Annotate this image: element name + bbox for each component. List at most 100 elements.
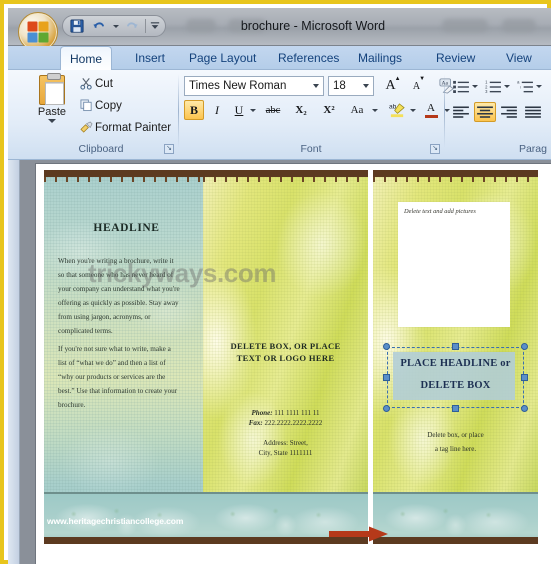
document-canvas[interactable]: HEADLINE When you're writing a brochure,…: [8, 160, 551, 564]
copy-button[interactable]: Copy: [78, 96, 122, 115]
superscript-button[interactable]: X²: [316, 100, 342, 120]
font-size-combo[interactable]: 18: [328, 76, 374, 96]
font-name-combo[interactable]: Times New Roman: [184, 76, 324, 96]
underline-button[interactable]: U: [229, 100, 249, 120]
tab-review[interactable]: Review: [427, 46, 484, 70]
grow-font-button[interactable]: A ▲: [380, 76, 406, 96]
multilevel-dropdown-icon[interactable]: [534, 76, 543, 96]
change-case-button[interactable]: Aa: [344, 100, 370, 120]
tab-mailings[interactable]: Mailings: [349, 46, 411, 70]
copy-label: Copy: [95, 99, 122, 112]
format-painter-button[interactable]: Format Painter: [78, 118, 171, 137]
middle-panel-contact[interactable]: Phone: 111 1111 111 11 Fax: 222.2222.222…: [209, 408, 362, 428]
clipboard-dialog-launcher[interactable]: ↘: [164, 144, 174, 154]
tab-insert[interactable]: Insert: [126, 46, 174, 70]
office-logo-icon: [27, 21, 49, 43]
fax-label: Fax:: [248, 419, 263, 427]
ribbon-tab-strip: Home Insert Page Layout References Maili…: [8, 46, 551, 71]
bold-button[interactable]: B: [184, 100, 204, 120]
change-case-dropdown-icon[interactable]: [370, 100, 380, 120]
redo-icon[interactable]: [122, 17, 142, 35]
strikethrough-label: abc: [265, 104, 281, 116]
justify-button[interactable]: [522, 102, 544, 122]
brochure-panel-middle[interactable]: DELETE BOX, OR PLACE TEXT OR LOGO HERE P…: [203, 170, 368, 544]
font-name-caret-icon[interactable]: [313, 84, 319, 88]
undo-icon[interactable]: [89, 17, 109, 35]
numbering-button[interactable]: 1 2 3: [482, 76, 504, 96]
justify-icon: [525, 105, 541, 118]
tab-home[interactable]: Home: [60, 46, 113, 71]
underline-label: U: [234, 102, 244, 117]
resize-handle-bottom-right[interactable]: [521, 405, 528, 412]
customize-qat-icon[interactable]: [149, 17, 161, 35]
highlight-icon: ab: [389, 102, 405, 117]
align-center-icon: [477, 105, 493, 118]
bullets-button[interactable]: [450, 76, 472, 96]
tab-page-layout[interactable]: Page Layout: [180, 46, 265, 70]
paste-button[interactable]: Paste: [30, 73, 74, 137]
align-left-icon: [453, 105, 469, 118]
multilevel-list-button[interactable]: a i: [514, 76, 536, 96]
font-color-letter: A: [427, 101, 435, 114]
resize-handle-top-center[interactable]: [451, 343, 459, 350]
font-group-label: Font: [300, 143, 322, 155]
middle-panel-address[interactable]: Address: Street, City, State 1111111: [209, 438, 362, 458]
tagline-line-2: a tag line here.: [434, 445, 477, 453]
tab-view[interactable]: View: [497, 46, 541, 70]
font-size-caret-icon[interactable]: [363, 84, 369, 88]
align-center-button[interactable]: [474, 102, 496, 122]
paste-dropdown-icon[interactable]: [48, 119, 56, 123]
multilevel-list-icon: a i: [517, 80, 533, 92]
font-name-value: Times New Roman: [189, 80, 287, 92]
cut-button[interactable]: Cut: [78, 74, 113, 93]
undo-dropdown-icon[interactable]: [111, 17, 120, 35]
selected-headline-textbox[interactable]: PLACE HEADLINE or DELETE BOX: [383, 343, 528, 412]
align-left-button[interactable]: [450, 102, 472, 122]
selection-outline: [387, 347, 524, 408]
italic-button[interactable]: I: [207, 100, 227, 120]
panel-left-top-border: [44, 170, 209, 182]
bullets-icon: [452, 80, 469, 93]
superscript-label: X²: [323, 104, 335, 116]
numbering-dropdown-icon[interactable]: [502, 76, 511, 96]
address-line-1: Address: Street,: [263, 439, 308, 447]
fax-value: 222.2222.2222.2222: [264, 419, 323, 427]
middle-panel-title[interactable]: DELETE BOX, OR PLACE TEXT OR LOGO HERE: [209, 340, 362, 364]
shrink-font-button[interactable]: A ▼: [406, 76, 432, 96]
svg-text:i: i: [519, 85, 520, 89]
paste-button-label: Paste: [37, 106, 67, 118]
right-panel-tagline[interactable]: Delete box, or place a tag line here.: [379, 428, 532, 456]
subscript-label: X₂: [295, 104, 307, 116]
svg-text:3: 3: [485, 89, 488, 93]
align-right-button[interactable]: [498, 102, 520, 122]
subscript-button[interactable]: X₂: [288, 100, 314, 120]
group-separator-2: [444, 74, 445, 148]
strikethrough-button[interactable]: abc: [260, 100, 286, 120]
grow-font-arrow-icon: ▲: [394, 76, 401, 82]
vertical-ruler[interactable]: [8, 160, 20, 564]
brochure-panel-left[interactable]: HEADLINE When you're writing a brochure,…: [44, 170, 209, 544]
yellow-page-frame: brochure - Microsoft Word Home Insert Pa…: [0, 0, 551, 564]
resize-handle-bottom-left[interactable]: [383, 405, 390, 412]
tab-references[interactable]: References: [269, 46, 348, 70]
underline-dropdown-icon[interactable]: [248, 100, 258, 120]
resize-handle-bottom-center[interactable]: [451, 405, 459, 412]
resize-handle-top-left[interactable]: [383, 343, 390, 350]
save-icon[interactable]: [67, 17, 87, 35]
highlight-dropdown-icon[interactable]: [408, 100, 418, 120]
text-highlight-button[interactable]: ab: [384, 100, 410, 120]
brochure-panel-right[interactable]: Delete text and add pictures PLACE HEADL…: [373, 170, 538, 544]
numbering-icon: 1 2 3: [485, 80, 501, 93]
resize-handle-middle-left[interactable]: [383, 373, 390, 381]
bullets-dropdown-icon[interactable]: [470, 76, 479, 96]
copy-icon: [78, 99, 95, 112]
titlebar-blur-4: [502, 19, 536, 32]
brochure-page[interactable]: HEADLINE When you're writing a brochure,…: [36, 164, 551, 564]
resize-handle-top-right[interactable]: [521, 343, 528, 350]
resize-handle-middle-right[interactable]: [521, 373, 528, 381]
ribbon-group-clipboard: Paste Cut Copy Format Painter Clipboard …: [26, 72, 176, 156]
font-color-button[interactable]: A: [418, 100, 444, 120]
cut-label: Cut: [95, 77, 113, 90]
font-dialog-launcher[interactable]: ↘: [430, 144, 440, 154]
picture-placeholder-box[interactable]: Delete text and add pictures: [398, 202, 510, 327]
